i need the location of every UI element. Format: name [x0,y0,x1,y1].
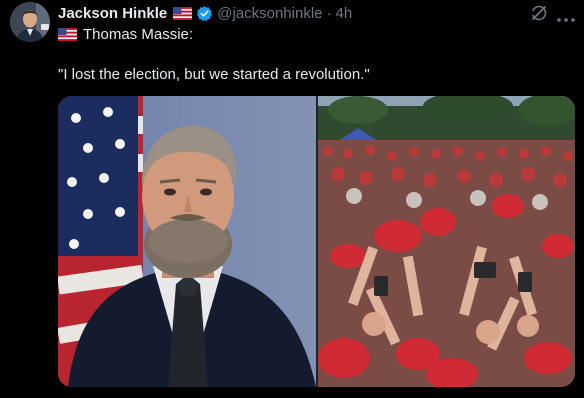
post-text-line: Thomas Massie: [58,26,193,43]
portrait-photo[interactable] [58,96,316,387]
verified-badge-icon [196,5,213,22]
more-options-icon[interactable] [556,10,576,22]
post-timestamp[interactable]: 4h [336,5,353,22]
post-header: Jackson Hinkle @jacksonhinkle · 4h [58,3,352,23]
post[interactable]: Jackson Hinkle @jacksonhinkle · 4h Thoma… [0,0,584,398]
us-flag-icon [58,28,77,41]
author-handle[interactable]: @jacksonhinkle [217,5,322,22]
us-flag-icon [173,6,193,20]
grok-icon[interactable] [530,4,548,22]
author-avatar[interactable] [10,2,50,42]
media-grid[interactable] [58,96,575,387]
crowd-photo[interactable] [318,96,575,387]
separator-dot: · [326,4,332,22]
author-display-name[interactable]: Jackson Hinkle [58,5,167,22]
post-text-speaker: Thomas Massie: [83,26,194,43]
post-text-quote: "I lost the election, but we started a r… [58,66,370,83]
